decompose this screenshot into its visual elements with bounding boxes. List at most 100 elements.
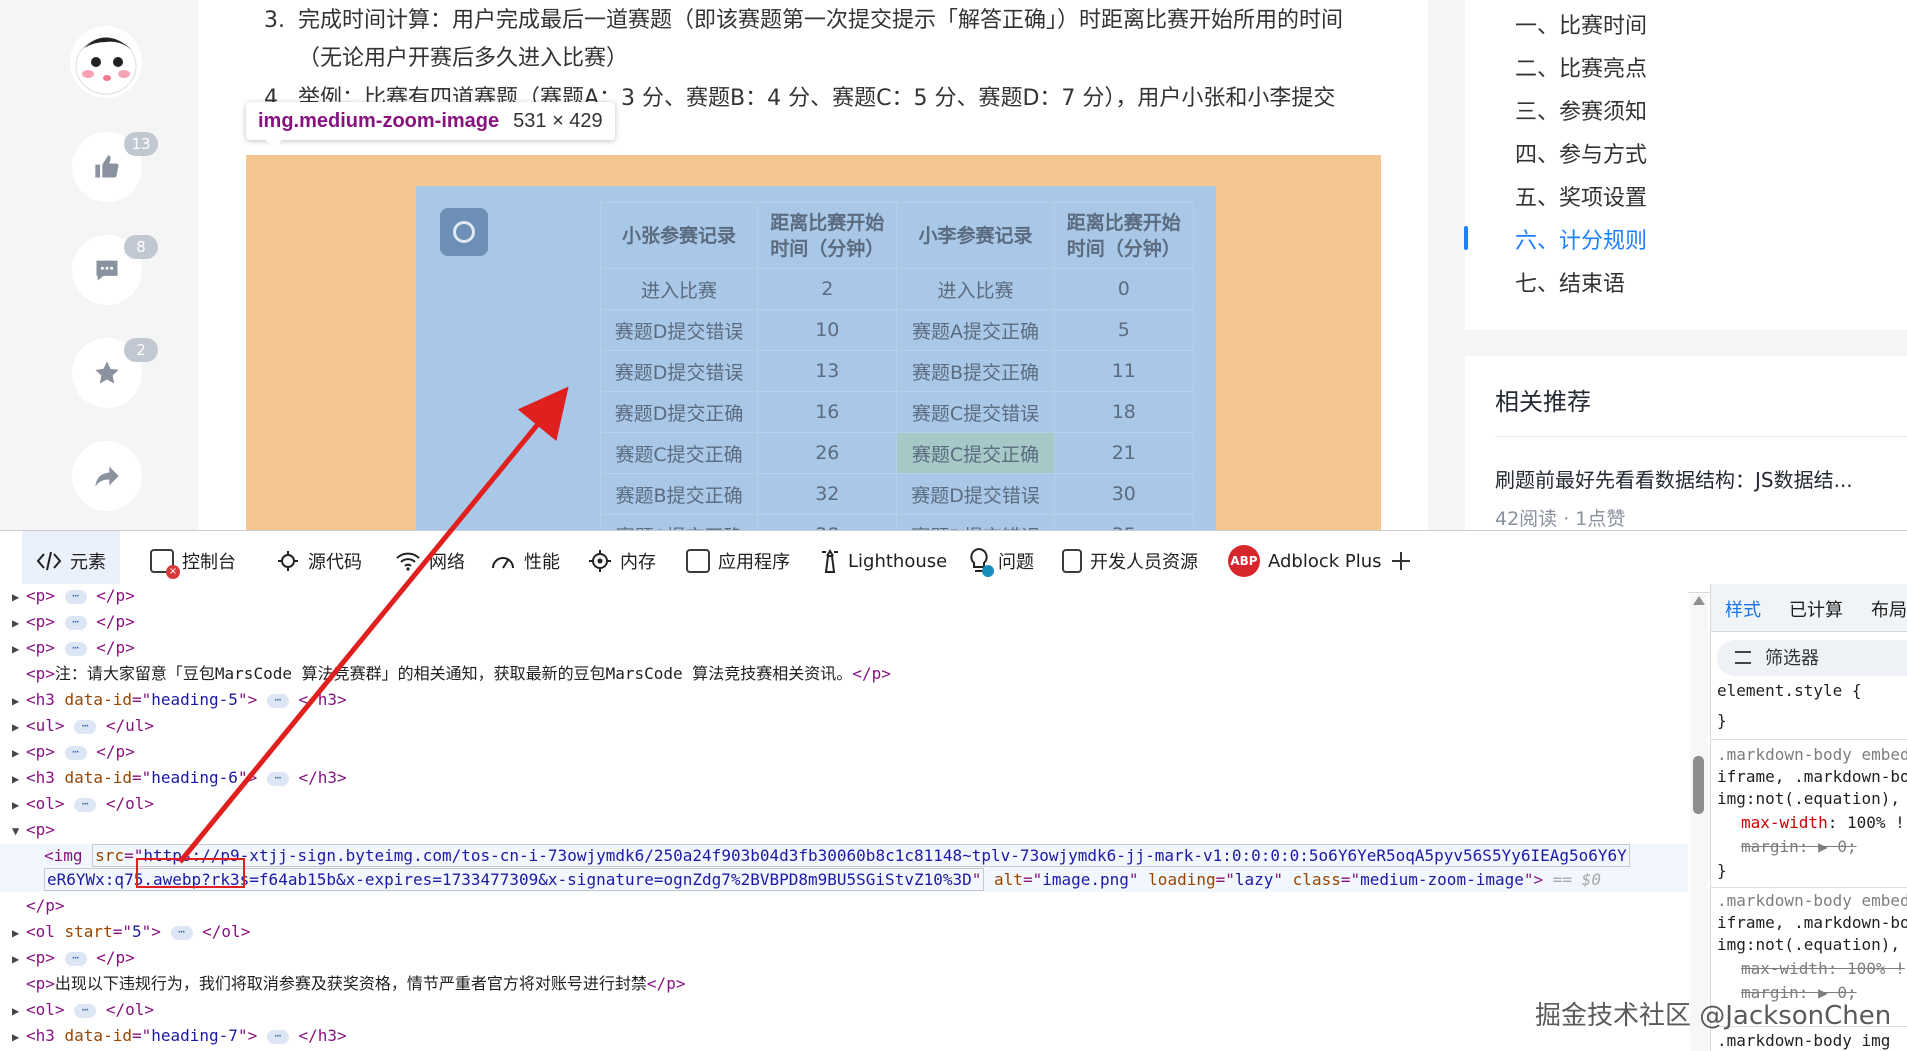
ellipsis-icon[interactable]: ⋯ (64, 589, 87, 604)
tab-issues[interactable]: 问题 (968, 531, 1034, 591)
dom-node-close[interactable]: </p> (26, 894, 65, 918)
expand-triangle-icon[interactable]: ▶ (12, 611, 26, 635)
expand-triangle-icon[interactable]: ▶ (12, 741, 26, 765)
scroll-up-arrow-icon[interactable] (1693, 596, 1705, 605)
dom-node[interactable]: <p>出现以下违规行为，我们将取消参赛及获奖资格，情节严重者官方将对账号进行封禁… (26, 972, 685, 996)
style-property-overridden[interactable]: max-width: 100% ! (1741, 958, 1905, 980)
style-property[interactable]: max-width: 100% ! (1741, 812, 1905, 834)
ellipsis-icon[interactable]: ⋯ (266, 771, 289, 786)
tab-lighthouse[interactable]: Lighthouse (820, 531, 947, 591)
author-avatar[interactable] (70, 26, 142, 98)
style-property-overridden[interactable]: margin: ▶ 0; (1741, 836, 1857, 858)
rule-selector[interactable]: img:not(.equation), (1717, 934, 1900, 956)
recommend-item-link[interactable]: 刷题前最好先看看数据结构：JS数据结... (1495, 464, 1853, 493)
tab-memory[interactable]: 内存 (588, 531, 656, 591)
table-row: 赛题C提交正确 26 赛题C提交正确 21 (599, 432, 1195, 474)
dom-node[interactable]: ▶ <p> ⋯ </p> (12, 740, 135, 764)
expand-triangle-icon[interactable]: ▶ (12, 921, 26, 945)
share-button[interactable] (72, 441, 142, 511)
src-attribute[interactable]: src="https://p9-xtjj-sign.byteimg.com/to… (92, 844, 1630, 867)
dom-node[interactable]: ▶ <ol start="5"> ⋯ </ol> (12, 920, 250, 944)
ellipsis-icon[interactable]: ⋯ (266, 1029, 289, 1044)
tab-network[interactable]: 网络 (395, 531, 465, 591)
dom-node-selected-img-cont[interactable]: eR6YWx:q75.awebp?rk3s=f64ab15b&x-expires… (0, 868, 1688, 892)
element-style-rule[interactable]: element.style { (1717, 680, 1862, 702)
ellipsis-icon[interactable]: ⋯ (64, 641, 87, 656)
awebp-annotation-box (136, 858, 245, 888)
tab-sources[interactable]: 源代码 (276, 531, 362, 591)
dom-node[interactable]: ▶ <p> ⋯ </p> (12, 636, 135, 660)
rule-selector[interactable]: .markdown-body embed (1717, 744, 1907, 766)
related-recommendations: 相关推荐 刷题前最好先看看数据结构：JS数据结... 42阅读 · 1点赞 (1465, 356, 1907, 530)
tab-performance[interactable]: 性能 (490, 531, 560, 591)
rule-selector[interactable]: .markdown-body img (1717, 1030, 1890, 1051)
expand-triangle-icon[interactable]: ▶ (12, 999, 26, 1023)
ellipsis-icon[interactable]: ⋯ (74, 719, 97, 734)
table-header: 距离比赛开始 时间（分钟） (1053, 202, 1195, 269)
expand-triangle-icon[interactable]: ▶ (12, 793, 26, 817)
toc-item-7[interactable]: 七、结束语 (1515, 266, 1625, 298)
table-cell: 18 (1053, 391, 1195, 433)
rule-selector[interactable]: iframe, .markdown-bo (1717, 766, 1907, 788)
rule-selector[interactable]: .markdown-body embed (1717, 890, 1907, 912)
dom-node[interactable]: ▶ <p> ⋯ </p> (12, 946, 135, 970)
tab-adblock-plus[interactable]: ABP Adblock Plus (1228, 531, 1382, 591)
ellipsis-icon[interactable]: ⋯ (64, 951, 87, 966)
toc-item-1[interactable]: 一、比赛时间 (1515, 8, 1647, 40)
dom-node[interactable]: ▶ <p> ⋯ </p> (12, 584, 135, 608)
dom-node[interactable]: ▶ <ol> ⋯ </ol> (12, 998, 154, 1022)
add-tab-button[interactable] (1390, 531, 1412, 591)
expand-triangle-icon[interactable]: ▶ (12, 767, 26, 791)
dom-node-expanded[interactable]: ▼ <p> (12, 818, 55, 842)
table-of-contents: 一、比赛时间 二、比赛亮点 三、参赛须知 四、参与方式 五、奖项设置 六、计分规… (1465, 0, 1907, 330)
rule-selector[interactable]: iframe, .markdown-bo (1717, 912, 1907, 934)
tab-layout[interactable]: 布局 (1871, 596, 1907, 622)
dom-node[interactable]: ▶ <h3 data-id="heading-7"> ⋯ </h3> (12, 1024, 347, 1048)
dom-node[interactable]: ▶ <h3 data-id="heading-5"> ⋯ </h3> (12, 688, 347, 712)
ellipsis-icon[interactable]: ⋯ (74, 1003, 97, 1018)
tab-computed[interactable]: 已计算 (1789, 596, 1843, 622)
table-cell: 赛题C提交正确 (599, 432, 759, 474)
tab-elements[interactable]: 元素 (22, 531, 120, 591)
tab-styles[interactable]: 样式 (1725, 596, 1761, 622)
toc-item-5[interactable]: 五、奖项设置 (1515, 180, 1647, 212)
thumbs-up-icon (95, 155, 119, 178)
dom-node-selected-img[interactable]: <img src="https://p9-xtjj-sign.byteimg.c… (0, 844, 1688, 868)
toc-item-6-active[interactable]: 六、计分规则 (1515, 223, 1647, 255)
dom-node[interactable]: ▶ <ul> ⋯ </ul> (12, 714, 154, 738)
ellipsis-icon[interactable]: ⋯ (64, 615, 87, 630)
expand-triangle-icon[interactable]: ▶ (12, 637, 26, 661)
collapse-triangle-icon[interactable]: ▼ (12, 819, 26, 843)
toc-active-marker (1464, 226, 1468, 250)
expand-triangle-icon[interactable]: ▶ (12, 585, 26, 609)
expand-triangle-icon[interactable]: ▶ (12, 1025, 26, 1049)
selected-node-marker: == $0 (1552, 870, 1601, 889)
rule-selector[interactable]: img:not(.equation), (1717, 788, 1900, 810)
table-cell: 赛题D提交正确 (599, 391, 759, 433)
ellipsis-icon[interactable]: ⋯ (74, 797, 97, 812)
dom-scrollbar[interactable] (1690, 594, 1708, 1051)
dom-node[interactable]: ▶ <p> ⋯ </p> (12, 610, 135, 634)
toc-item-3[interactable]: 三、参赛须知 (1515, 94, 1647, 126)
ellipsis-icon[interactable]: ⋯ (64, 745, 87, 760)
comment-count-badge: 8 (124, 235, 158, 259)
plus-icon (1392, 552, 1410, 570)
tab-developer-resources[interactable]: 开发人员资源 (1062, 531, 1198, 591)
ellipsis-icon[interactable]: ⋯ (266, 693, 289, 708)
ellipsis-icon[interactable]: ⋯ (170, 925, 193, 940)
comment-icon (96, 260, 118, 281)
scroll-thumb[interactable] (1693, 756, 1704, 814)
styles-tab-bar: 样式 已计算 布局 (1711, 584, 1907, 632)
toc-item-2[interactable]: 二、比赛亮点 (1515, 51, 1647, 83)
dom-node[interactable]: <p>注：请大家留意「豆包MarsCode 算法竞赛群」的相关通知，获取最新的豆… (26, 662, 891, 686)
brain-icon[interactable] (440, 208, 488, 256)
dom-node[interactable]: ▶ <h3 data-id="heading-6"> ⋯ </h3> (12, 766, 347, 790)
expand-triangle-icon[interactable]: ▶ (12, 715, 26, 739)
expand-triangle-icon[interactable]: ▶ (12, 947, 26, 971)
lighthouse-icon (822, 549, 838, 573)
expand-triangle-icon[interactable]: ▶ (12, 689, 26, 713)
tab-application[interactable]: 应用程序 (686, 531, 790, 591)
dom-node[interactable]: ▶ <ol> ⋯ </ol> (12, 792, 154, 816)
tab-console[interactable]: × 控制台 (150, 531, 236, 591)
toc-item-4[interactable]: 四、参与方式 (1515, 137, 1647, 169)
